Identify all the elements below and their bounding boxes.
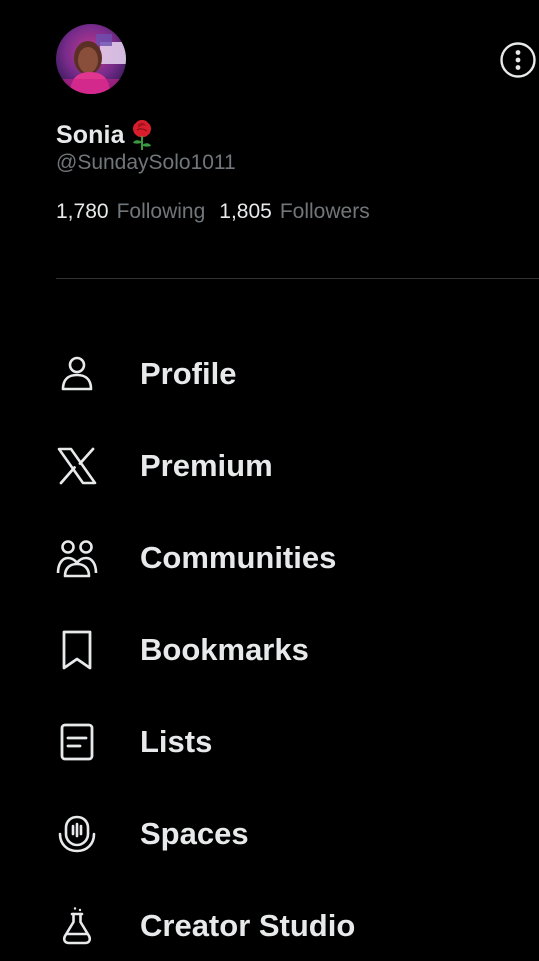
menu-item-profile[interactable]: Profile	[0, 328, 539, 420]
more-options-icon	[500, 42, 536, 78]
menu-label-creator-studio: Creator Studio	[140, 908, 356, 943]
menu-label-spaces: Spaces	[140, 816, 249, 851]
person-icon	[56, 354, 98, 394]
menu-label-bookmarks: Bookmarks	[140, 632, 309, 667]
following-stat[interactable]: 1,780 Following	[56, 200, 205, 224]
menu-item-communities[interactable]: Communities	[0, 512, 539, 604]
menu-label-lists: Lists	[140, 724, 213, 759]
x-logo-icon	[56, 446, 98, 486]
menu-item-creator-studio[interactable]: Creator Studio	[0, 880, 539, 961]
menu-item-premium[interactable]: Premium	[0, 420, 539, 512]
followers-count: 1,805	[219, 200, 272, 223]
following-label: Following	[116, 200, 206, 223]
follow-stats: 1,780 Following 1,805 Followers	[56, 200, 384, 224]
user-avatar[interactable]	[56, 24, 126, 94]
menu-label-profile: Profile	[140, 356, 237, 391]
menu-label-premium: Premium	[140, 448, 273, 483]
communities-icon	[56, 538, 98, 578]
bookmark-icon	[56, 630, 98, 670]
divider	[56, 278, 539, 279]
following-count: 1,780	[56, 200, 109, 223]
followers-stat[interactable]: 1,805 Followers	[219, 200, 369, 224]
lists-icon	[56, 722, 98, 762]
menu-item-lists[interactable]: Lists	[0, 696, 539, 788]
spaces-icon	[56, 814, 98, 854]
more-options-button[interactable]	[499, 41, 537, 79]
display-name-row[interactable]: Sonia	[56, 118, 155, 152]
flask-icon	[56, 906, 98, 946]
followers-label: Followers	[279, 200, 370, 223]
menu-item-spaces[interactable]: Spaces	[0, 788, 539, 880]
user-handle[interactable]: @SundaySolo1011	[56, 151, 236, 175]
menu-label-communities: Communities	[140, 540, 337, 575]
rose-icon	[129, 119, 155, 151]
menu-item-bookmarks[interactable]: Bookmarks	[0, 604, 539, 696]
display-name: Sonia	[56, 120, 125, 149]
